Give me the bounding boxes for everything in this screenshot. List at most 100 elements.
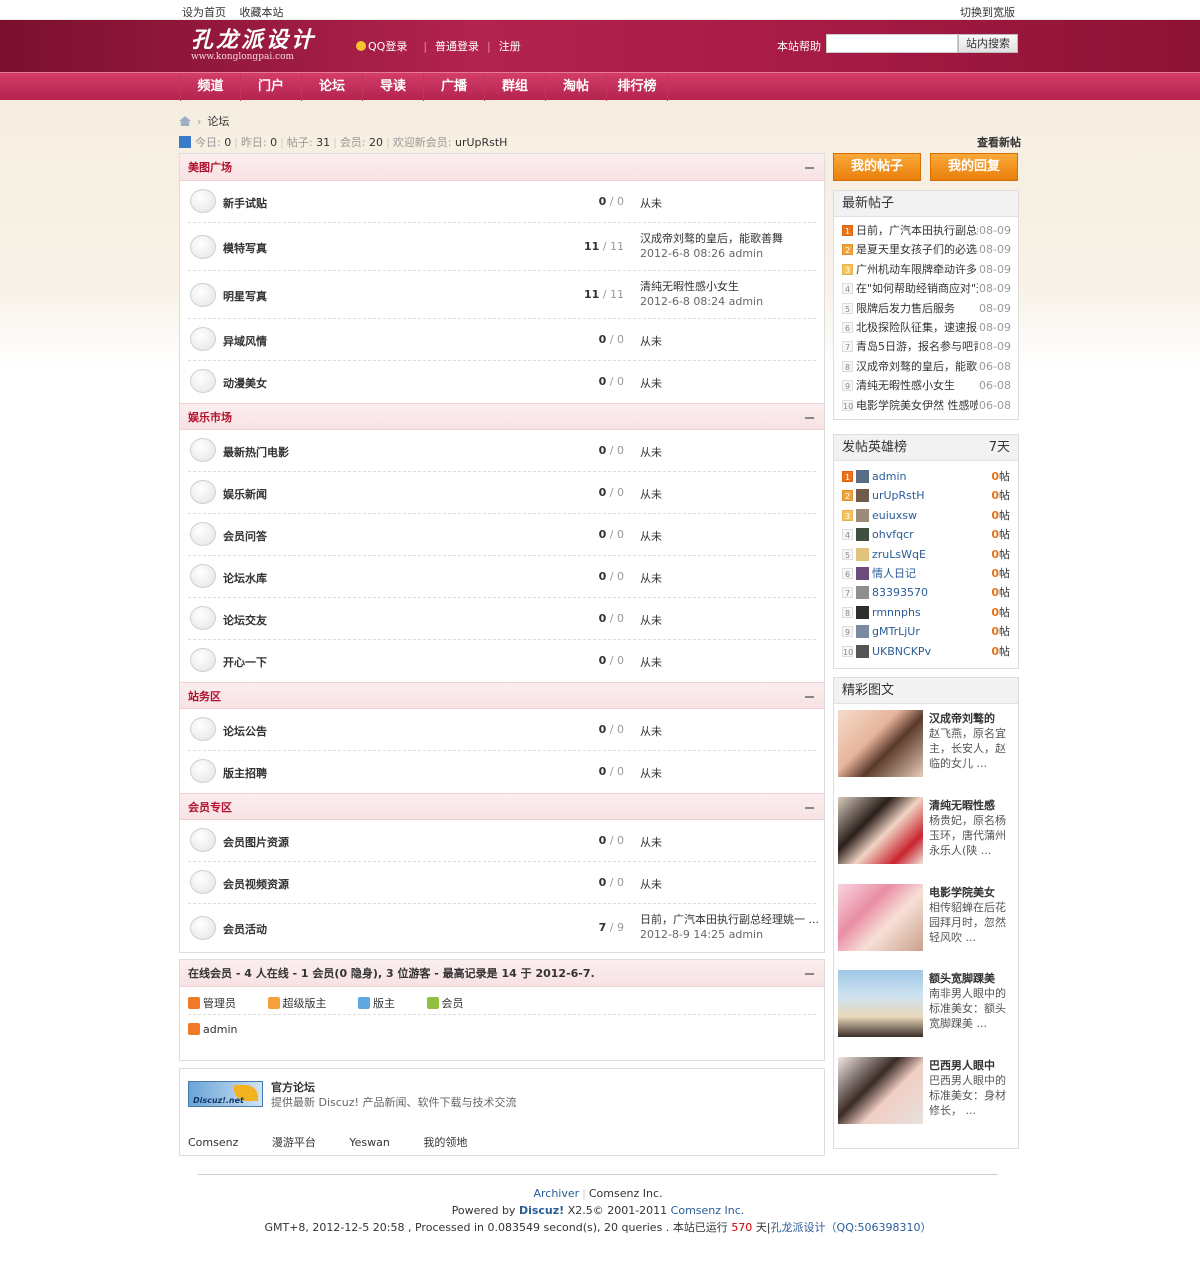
section-title[interactable]: 会员专区 bbox=[188, 801, 232, 814]
collapse-icon[interactable] bbox=[805, 696, 814, 698]
hero-username[interactable]: urUpRstH bbox=[872, 489, 925, 502]
home-icon[interactable] bbox=[179, 116, 191, 126]
featured-title[interactable]: 清纯无暇性感 bbox=[929, 797, 1015, 813]
discuz-logo[interactable]: Discuz!.net bbox=[188, 1081, 263, 1107]
nav-groups[interactable]: 群组 bbox=[485, 73, 546, 101]
hero-item[interactable]: 8 rmnnphs 0帖 bbox=[834, 603, 1018, 622]
nav-rankings[interactable]: 排行榜 bbox=[607, 73, 668, 101]
my-threads-button[interactable]: 我的帖子 bbox=[833, 153, 921, 181]
hero-username[interactable]: ohvfqcr bbox=[872, 528, 914, 541]
friend-link[interactable]: Yeswan bbox=[349, 1136, 389, 1149]
latest-post-title[interactable]: 限牌后发力售后服务 bbox=[856, 299, 978, 318]
hero-username[interactable]: rmnnphs bbox=[872, 606, 921, 619]
avatar[interactable] bbox=[856, 625, 869, 639]
site-name-link[interactable]: 孔龙派设计 bbox=[771, 1221, 826, 1234]
view-new-posts-link[interactable]: 查看新帖 bbox=[977, 134, 1021, 150]
hero-item[interactable]: 5 zruLsWqE 0帖 bbox=[834, 545, 1018, 564]
latest-post-title[interactable]: 广州机动车限牌牵动许多人 bbox=[856, 260, 978, 279]
site-logo[interactable]: 孔龙派设计 www.konglongpai.com bbox=[191, 28, 316, 62]
breadcrumb-current[interactable]: 论坛 bbox=[207, 115, 229, 128]
latest-post-title[interactable]: 北极探险队征集，速速报名 bbox=[856, 318, 978, 337]
avatar[interactable] bbox=[856, 605, 869, 619]
my-replies-button[interactable]: 我的回复 bbox=[930, 153, 1018, 181]
latest-post-title[interactable]: 青岛5日游，报名参与吧青 bbox=[856, 337, 978, 356]
hero-item[interactable]: 10 UKBNCKPv 0帖 bbox=[834, 642, 1018, 661]
forum-name[interactable]: 论坛公告 bbox=[223, 723, 267, 739]
featured-title[interactable]: 额头宽脚踝美 bbox=[929, 970, 1015, 986]
featured-thumbnail[interactable] bbox=[838, 1057, 923, 1125]
latest-post-item[interactable]: 4 在"如何帮助经销商应对"这 08-09 bbox=[834, 279, 1018, 298]
add-favorite-link[interactable]: 收藏本站 bbox=[240, 6, 284, 19]
hero-username[interactable]: gMTrLjUr bbox=[872, 625, 920, 638]
forum-name[interactable]: 版主招聘 bbox=[223, 765, 267, 781]
latest-post-item[interactable]: 1 日前，广汽本田执行副总经 08-09 bbox=[834, 221, 1018, 240]
latest-post-title[interactable]: 在"如何帮助经销商应对"这 bbox=[856, 279, 978, 298]
latest-post-item[interactable]: 9 清纯无暇性感小女生 06-08 bbox=[834, 376, 1018, 395]
section-title[interactable]: 美图广场 bbox=[188, 161, 232, 174]
forum-name[interactable]: 最新热门电影 bbox=[223, 444, 289, 460]
featured-title[interactable]: 汉成帝刘骜的 bbox=[929, 710, 1015, 726]
forum-name[interactable]: 异域风情 bbox=[223, 333, 267, 349]
site-help-link[interactable]: 本站帮助 bbox=[777, 38, 821, 54]
latest-post-item[interactable]: 10 电影学院美女伊然 性感喷 06-08 bbox=[834, 396, 1018, 415]
avatar[interactable] bbox=[856, 566, 869, 580]
online-title[interactable]: 在线会员 - 4 人在线 - 1 会员(0 隐身), 3 位游客 - 最高记录是… bbox=[188, 967, 595, 980]
last-post-title[interactable]: 清纯无暇性感小女生 bbox=[640, 279, 820, 294]
official-forum-link[interactable]: 官方论坛 bbox=[271, 1079, 315, 1095]
online-user[interactable]: admin bbox=[188, 1023, 237, 1036]
hero-item[interactable]: 6 情人日记 0帖 bbox=[834, 564, 1018, 583]
nav-guide[interactable]: 导读 bbox=[363, 73, 424, 101]
friend-link[interactable]: Comsenz bbox=[188, 1136, 238, 1149]
forum-name[interactable]: 开心一下 bbox=[223, 654, 267, 670]
avatar[interactable] bbox=[856, 489, 869, 503]
hero-item[interactable]: 2 urUpRstH 0帖 bbox=[834, 486, 1018, 505]
latest-post-title[interactable]: 汉成帝刘骜的皇后，能歌善 bbox=[856, 357, 978, 376]
nav-broadcast[interactable]: 广播 bbox=[424, 73, 485, 101]
forum-name[interactable]: 动漫美女 bbox=[223, 375, 267, 391]
hero-username[interactable]: 情人日记 bbox=[872, 567, 916, 580]
avatar[interactable] bbox=[856, 586, 869, 600]
forum-name[interactable]: 会员问答 bbox=[223, 528, 267, 544]
friend-link[interactable]: 漫游平台 bbox=[272, 1134, 316, 1150]
section-title[interactable]: 娱乐市场 bbox=[188, 411, 232, 424]
nav-channel[interactable]: 频道 bbox=[180, 73, 241, 101]
latest-post-title[interactable]: 清纯无暇性感小女生 bbox=[856, 376, 978, 395]
latest-post-title[interactable]: 日前，广汽本田执行副总经 bbox=[856, 221, 978, 240]
latest-post-item[interactable]: 8 汉成帝刘骜的皇后，能歌善 06-08 bbox=[834, 357, 1018, 376]
forum-name[interactable]: 论坛交友 bbox=[223, 612, 267, 628]
hero-item[interactable]: 4 ohvfqcr 0帖 bbox=[834, 525, 1018, 544]
last-post-title[interactable]: 汉成帝刘骜的皇后，能歌善舞 bbox=[640, 231, 820, 246]
avatar[interactable] bbox=[856, 508, 869, 522]
latest-post-item[interactable]: 2 是夏天里女孩子们的必选单 08-09 bbox=[834, 240, 1018, 259]
nav-portal[interactable]: 门户 bbox=[241, 73, 302, 101]
forum-name[interactable]: 会员视频资源 bbox=[223, 876, 289, 892]
hero-username[interactable]: UKBNCKPv bbox=[872, 645, 931, 658]
friend-link[interactable]: 我的领地 bbox=[423, 1134, 467, 1150]
avatar[interactable] bbox=[856, 547, 869, 561]
featured-thumbnail[interactable] bbox=[838, 970, 923, 1038]
collapse-icon[interactable] bbox=[805, 167, 814, 169]
comsenz-link[interactable]: Comsenz Inc. bbox=[671, 1204, 745, 1217]
featured-thumbnail[interactable] bbox=[838, 796, 923, 864]
latest-post-item[interactable]: 7 青岛5日游，报名参与吧青 08-09 bbox=[834, 337, 1018, 356]
hero-username[interactable]: 83393570 bbox=[872, 586, 928, 599]
register-link[interactable]: 注册 bbox=[499, 40, 521, 53]
forum-name[interactable]: 娱乐新闻 bbox=[223, 486, 267, 502]
forum-name[interactable]: 会员活动 bbox=[223, 921, 267, 937]
forum-name[interactable]: 新手试贴 bbox=[223, 195, 267, 211]
collapse-icon[interactable] bbox=[805, 973, 814, 975]
featured-title[interactable]: 巴西男人眼中 bbox=[929, 1057, 1015, 1073]
collapse-icon[interactable] bbox=[805, 807, 814, 809]
discuz-link[interactable]: Discuz! bbox=[519, 1204, 564, 1217]
qq-contact[interactable]: （QQ:506398310） bbox=[826, 1221, 932, 1234]
last-post-title[interactable]: 日前，广汽本田执行副总经理姚一 ... bbox=[640, 912, 820, 927]
hero-item[interactable]: 1 admin 0帖 bbox=[834, 467, 1018, 486]
set-homepage-link[interactable]: 设为首页 bbox=[182, 6, 226, 19]
nav-collections[interactable]: 淘帖 bbox=[546, 73, 607, 101]
archiver-link[interactable]: Archiver bbox=[533, 1187, 579, 1200]
hero-item[interactable]: 7 83393570 0帖 bbox=[834, 583, 1018, 602]
avatar[interactable] bbox=[856, 644, 869, 658]
latest-post-item[interactable]: 5 限牌后发力售后服务 08-09 bbox=[834, 299, 1018, 318]
collapse-icon[interactable] bbox=[805, 417, 814, 419]
latest-post-title[interactable]: 电影学院美女伊然 性感喷 bbox=[856, 396, 978, 415]
